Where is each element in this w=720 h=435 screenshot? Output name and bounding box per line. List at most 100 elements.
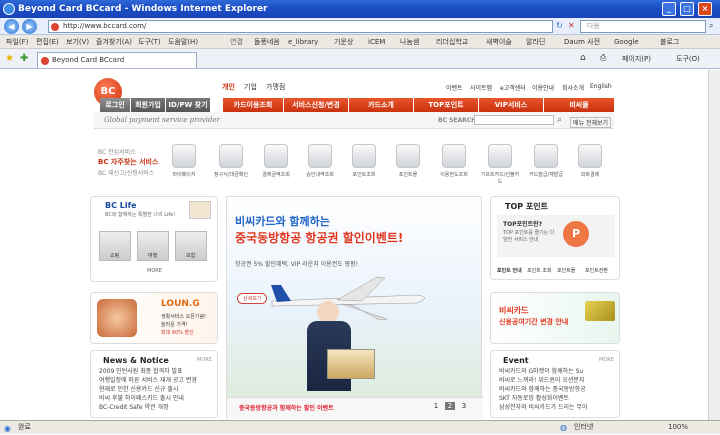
point-search-icon[interactable] <box>352 144 376 168</box>
home-icon[interactable]: ⌂ <box>580 53 586 63</box>
list-item[interactable]: 여행일정에 따른 서비스 재개 공고 변경 <box>99 376 197 385</box>
link-6[interactable]: 리더십학교 <box>436 35 468 49</box>
link-8[interactable]: 알라딘 <box>526 35 545 49</box>
link-7[interactable]: 새벽이슬 <box>486 35 512 49</box>
menu-help[interactable]: 도움말(H) <box>168 35 198 49</box>
link-1[interactable]: 돌풍네음 <box>254 35 280 49</box>
detail-button[interactable]: 상세보기 <box>237 293 268 304</box>
credit-period-banner[interactable]: 비씨카드 신용공여기간 변경 안내 <box>490 292 620 344</box>
event-list: 비씨카드와 G마켓이 함께하는 Su 비씨로 느껴라! 위드윈이 오션분쟈 비씨… <box>499 367 588 412</box>
stop-icon[interactable]: ✕ <box>568 21 575 30</box>
link-9[interactable]: Daum 사전 <box>564 35 600 49</box>
top-point-link-4[interactable]: 포인트전환 <box>585 267 608 274</box>
top-point-link-1[interactable]: 포인트 안내 <box>497 267 522 274</box>
search-label: BC SEARCH <box>438 117 477 124</box>
address-input[interactable]: http://www.bccard.com/ <box>48 20 553 33</box>
favorites-star-icon[interactable]: ★ <box>5 53 14 64</box>
side-service-frequent[interactable]: BC 자주찾는 서비스 <box>98 157 158 167</box>
list-item[interactable]: 비씨카드와 G마켓이 함께하는 Su <box>499 367 588 376</box>
limit-icon[interactable] <box>442 144 466 168</box>
join-tab[interactable]: 회원가입 <box>131 98 165 112</box>
util-ecenter[interactable]: e고객센터 <box>500 83 526 92</box>
list-item[interactable]: 2009 인턴사원 최종 합격자 발표 <box>99 367 197 376</box>
util-english[interactable]: English <box>590 83 612 90</box>
tools-menu-button[interactable]: 도구(O) <box>676 54 700 64</box>
menu-file[interactable]: 파일(F) <box>6 35 28 49</box>
nav-vip-service[interactable]: VIP서비스 <box>479 98 543 112</box>
top-point-question[interactable]: TOP포인트란? <box>503 219 542 228</box>
page-menu-button[interactable]: 페이지(P) <box>622 54 651 64</box>
top-link-personal[interactable]: 개인 <box>222 82 235 92</box>
approval-icon[interactable] <box>308 144 332 168</box>
util-sitemap[interactable]: 사이트맵 <box>470 83 492 92</box>
refresh-icon[interactable]: ↻ <box>556 21 563 30</box>
banner-page-3[interactable]: 3 <box>459 402 469 410</box>
util-event[interactable]: 이벤트 <box>446 83 463 92</box>
link-2[interactable]: e_library <box>288 35 318 49</box>
list-item[interactable]: BC-Credit Safe 약관 개정 <box>99 403 197 412</box>
print-icon[interactable]: ⎙ <box>600 53 606 63</box>
top-link-merchant[interactable]: 가맹점 <box>266 82 285 92</box>
banner-page-2[interactable]: 2 <box>445 402 455 410</box>
util-company[interactable]: 회사소개 <box>562 83 584 92</box>
menu-edit[interactable]: 편집(E) <box>36 35 59 49</box>
top-point-link-2[interactable]: 포인트 조회 <box>527 267 552 274</box>
zoom-level[interactable]: 100% <box>668 421 688 434</box>
loung-banner[interactable]: LOUN.G 생활서비스 오픈기념! 놀라운 가격! 최대 90% 할인 <box>90 292 218 344</box>
forward-icon[interactable]: ▶ <box>22 19 37 34</box>
gift-card-icon[interactable] <box>488 144 512 168</box>
link-3[interactable]: 기운상 <box>334 35 353 49</box>
util-guide[interactable]: 이용안내 <box>532 83 554 92</box>
nav-card-usage[interactable]: 카드이용조회 <box>223 98 283 112</box>
list-item[interactable]: 비씨로 느껴라! 위드윈이 오션분쟈 <box>499 376 588 385</box>
mypage-icon[interactable] <box>172 144 196 168</box>
tab-bccard[interactable]: Beyond Card BCcard <box>37 52 197 68</box>
menu-favorites[interactable]: 즐겨찾기(A) <box>96 35 132 49</box>
link-4[interactable]: iCEM <box>368 35 385 49</box>
list-item[interactable]: 비씨 후불 하이패스카드 출시 안내 <box>99 394 197 403</box>
point-mall-icon[interactable] <box>396 144 420 168</box>
insurance-item[interactable]: 보험 <box>175 231 207 261</box>
menu-tools[interactable]: 도구(T) <box>138 35 161 49</box>
news-more[interactable]: MORE <box>197 357 212 363</box>
banner-page-1[interactable]: 1 <box>431 402 441 410</box>
shopping-item[interactable]: 쇼핑 <box>99 231 131 261</box>
list-item[interactable]: 현재로 인한 신용카드 신규 출시 <box>99 385 197 394</box>
side-service-report[interactable]: BC 재신고/신청서비스 <box>98 168 154 177</box>
card-issue-icon[interactable] <box>534 144 558 168</box>
bill-icon[interactable] <box>219 144 243 168</box>
link-5[interactable]: 나눔샘 <box>400 35 419 49</box>
search-icon[interactable]: ⌕ <box>709 21 713 31</box>
find-idpw-tab[interactable]: ID/PW 찾기 <box>166 98 210 112</box>
back-icon[interactable]: ◀ <box>4 19 19 34</box>
event-more[interactable]: MORE <box>599 357 614 363</box>
side-service-safe[interactable]: BC 안심서비스 <box>98 147 136 156</box>
foreign-payment-icon[interactable] <box>578 144 602 168</box>
list-item[interactable]: 삼성전자와 비씨카드가 드리는 무이 <box>499 403 588 412</box>
menu-all-button[interactable]: 메뉴 전체보기 <box>570 117 612 128</box>
site-search-icon[interactable]: ⌕ <box>557 115 562 125</box>
add-favorites-icon[interactable]: ✚ <box>20 53 28 64</box>
link-10[interactable]: Google <box>614 35 639 49</box>
nav-card-intro[interactable]: 카드소개 <box>349 98 413 112</box>
bc-life-more[interactable]: MORE <box>147 268 162 274</box>
nav-service-apply[interactable]: 서비스신청/변경 <box>284 98 348 112</box>
payment-icon[interactable] <box>264 144 288 168</box>
top-link-corporate[interactable]: 기업 <box>244 82 257 92</box>
maximize-button[interactable]: □ <box>680 2 694 16</box>
minimize-button[interactable]: _ <box>662 2 676 16</box>
vertical-scrollbar[interactable] <box>708 70 720 420</box>
login-tab[interactable]: 로그인 <box>100 98 130 112</box>
nav-bc-mall[interactable]: 비씨몰 <box>544 98 614 112</box>
search-input[interactable]: 다음 <box>580 20 706 33</box>
travel-item[interactable]: 여행 <box>137 231 169 261</box>
close-button[interactable]: × <box>698 2 712 16</box>
main-banner[interactable]: 비씨카드와 함께하는 중국동방항공 항공권 할인이벤트! 항공권 5% 할인혜택… <box>226 196 483 419</box>
menu-view[interactable]: 보기(V) <box>66 35 89 49</box>
link-11[interactable]: 블로그 <box>660 35 679 49</box>
list-item[interactable]: SKT 자동로밍 활성화이벤트 <box>499 394 588 403</box>
top-point-link-3[interactable]: 포인트몰 <box>557 267 575 274</box>
nav-top-point[interactable]: TOP포인트 <box>414 98 478 112</box>
list-item[interactable]: 비씨카드와 함께하는 중국동방항공 <box>499 385 588 394</box>
site-search-input[interactable] <box>474 115 554 125</box>
